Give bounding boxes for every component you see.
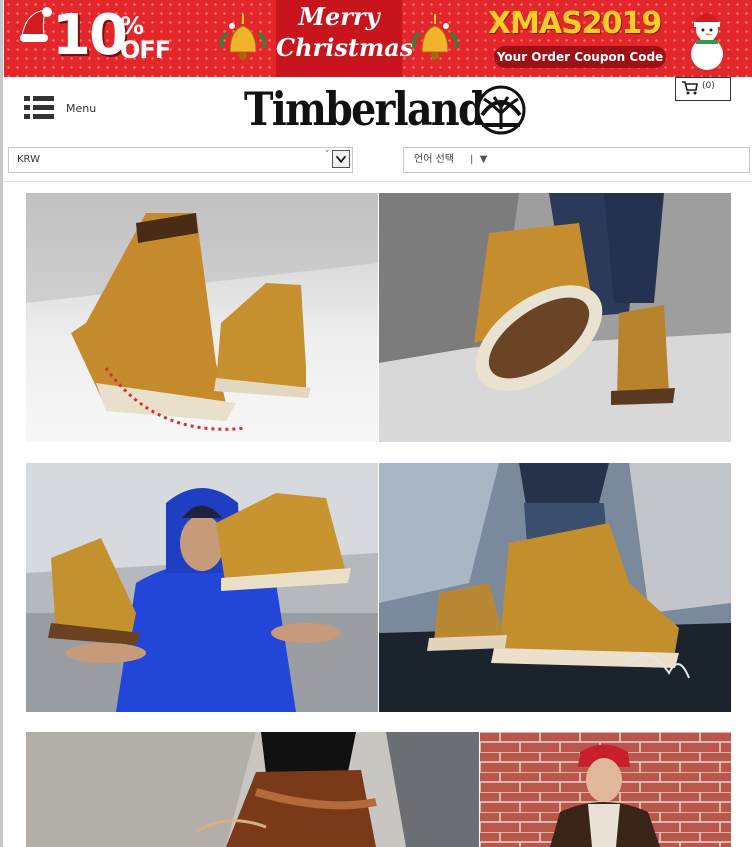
page-left-border: [0, 0, 3, 847]
menu-button[interactable]: Menu: [24, 93, 104, 123]
photo-image: [26, 193, 378, 442]
coupon-subtitle: Your Order Coupon Code: [496, 50, 664, 64]
snowman-icon: [691, 13, 723, 70]
brand-wordmark: Timberland: [244, 82, 486, 136]
dropdown-arrow-icon: | ▼: [470, 154, 488, 165]
gallery-photo-boots-studio[interactable]: [26, 193, 378, 442]
gallery-photo-boot-puddle-splash[interactable]: [379, 463, 731, 712]
currency-value: KRW: [17, 154, 40, 165]
language-placeholder: 언어 선택: [414, 154, 454, 165]
photo-image: [480, 732, 731, 847]
currency-select[interactable]: KRW ˅: [8, 147, 353, 173]
locale-bar: KRW ˅ 언어 선택 | ▼: [4, 140, 752, 182]
gallery-photo-man-holding-boots[interactable]: [26, 463, 378, 712]
photo-image: [26, 732, 479, 847]
santa-hat-icon: [20, 7, 52, 42]
gallery-photo-boot-sole-step[interactable]: [379, 193, 731, 442]
coupon-pill: Your Order Coupon Code: [494, 46, 666, 68]
cart-button[interactable]: (0): [675, 77, 731, 101]
photo-image: [26, 463, 378, 712]
gallery-photo-boot-laces-closeup[interactable]: [26, 732, 479, 847]
promo-banner[interactable]: 10 % OFF Merry Christmas XMAS2019 Your O…: [4, 0, 752, 77]
cart-icon: [682, 81, 698, 95]
bell-ornament-icon: [412, 14, 458, 60]
site-header: Menu Timberland (0): [4, 77, 752, 141]
select-tick: ˅: [325, 150, 330, 160]
gallery-photo-woman-brick-wall[interactable]: [480, 732, 731, 847]
chevron-down-icon[interactable]: [332, 150, 350, 168]
tree-logo-icon: [476, 85, 526, 135]
photo-image: [379, 463, 731, 712]
greeting-christmas: Christmas: [276, 33, 414, 62]
hamburger-menu-icon: [24, 96, 54, 119]
bell-ornament-icon: [220, 14, 266, 60]
greeting-merry: Merry: [298, 2, 380, 31]
photo-image: [379, 193, 731, 442]
greeting-panel: Merry Christmas: [276, 0, 414, 77]
menu-label: Menu: [66, 102, 97, 115]
language-select[interactable]: 언어 선택 | ▼: [403, 147, 750, 173]
discount-number: 10: [52, 3, 128, 68]
brand-logo[interactable]: Timberland: [244, 81, 534, 137]
cart-count: (0): [702, 81, 715, 91]
promo-code-title: XMAS2019: [488, 6, 662, 41]
discount-off-label: OFF: [120, 36, 171, 64]
